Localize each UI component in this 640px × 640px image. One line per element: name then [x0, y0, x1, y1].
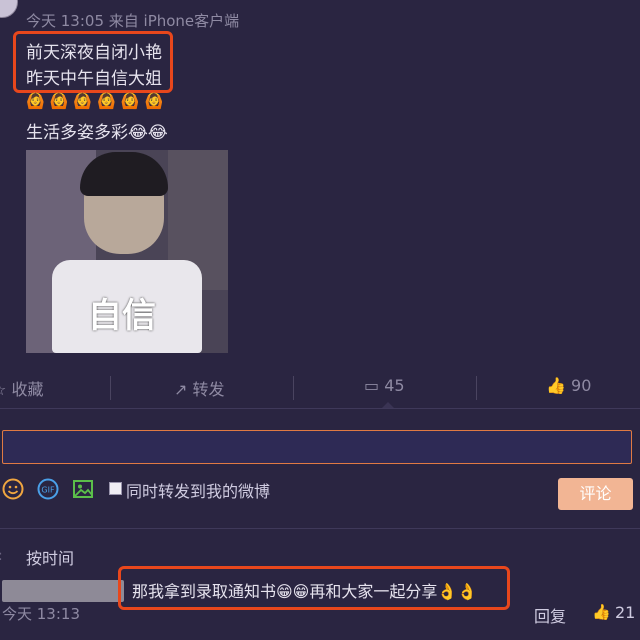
thumbs-up-icon: 👍 — [546, 376, 572, 395]
image-icon[interactable] — [72, 478, 94, 500]
separator — [0, 408, 640, 409]
gesture-emoji-icon: 🙆 — [26, 92, 45, 110]
repost-checkbox-label: 同时转发到我的微博 — [126, 482, 271, 501]
divider — [476, 376, 477, 400]
gesture-emoji-icon: 🙆 — [73, 92, 93, 110]
laughing-emoji-icon: 😂😂 — [128, 123, 168, 143]
repost-checkbox[interactable] — [109, 482, 122, 495]
star-icon: ☆ — [0, 380, 11, 399]
post-line-2: 昨天中午自信大姐 — [26, 69, 162, 89]
svg-text:GIF: GIF — [41, 486, 55, 495]
comment-input[interactable] — [2, 430, 632, 464]
post-line-3: 生活多姿多彩😂😂 — [26, 118, 168, 143]
gif-icon[interactable]: GIF — [37, 478, 59, 500]
smiley-icon[interactable] — [2, 478, 24, 500]
post-meta: 今天 13:05 来自 iPhone客户端 — [26, 12, 240, 30]
reply-button[interactable]: 回复 — [534, 603, 566, 627]
commenter-name-redacted — [2, 580, 124, 602]
divider — [293, 376, 294, 400]
repost-button[interactable]: ↗ 转发 — [174, 376, 225, 400]
favorite-button[interactable]: ☆ 收藏 — [0, 376, 43, 400]
sort-indicator-icon: : — [0, 548, 3, 564]
image-hair — [80, 152, 168, 196]
post-image[interactable]: 自信 — [26, 150, 228, 353]
separator — [0, 528, 640, 529]
comment-icon: ▭ — [364, 376, 385, 395]
emoji-row: 🙆 🙆 🙆 🙆 🙆 🙆 — [26, 92, 163, 110]
favorite-label: 收藏 — [11, 380, 44, 399]
comment-count: 45 — [384, 376, 405, 395]
post-line-1: 前天深夜自闭小艳 — [26, 43, 162, 63]
post-line-3-text: 生活多姿多彩 — [26, 123, 128, 143]
action-bar: ☆ 收藏 ↗ 转发 ▭ 45 👍 90 — [0, 370, 640, 406]
comment-time: 今天 13:13 — [2, 605, 80, 623]
like-count: 90 — [571, 376, 592, 395]
gesture-emoji-icon: 🙆 — [144, 92, 164, 110]
repost-label: 转发 — [192, 380, 225, 399]
image-caption: 自信 — [88, 296, 156, 336]
gesture-emoji-icon: 🙆 — [49, 92, 69, 110]
gesture-emoji-icon: 🙆 — [97, 92, 116, 110]
comment-text: 那我拿到录取通知书😁😁再和大家一起分享👌👌 — [132, 582, 478, 601]
thumbs-up-icon[interactable]: 👍 — [592, 603, 611, 621]
share-icon: ↗ — [174, 380, 193, 399]
like-button[interactable]: 👍 90 — [546, 376, 591, 395]
sort-by-time[interactable]: 按时间 — [26, 545, 74, 569]
submit-comment-button[interactable]: 评论 — [558, 478, 633, 510]
gesture-emoji-icon: 🙆 — [120, 92, 140, 110]
comment-button[interactable]: ▭ 45 — [364, 376, 405, 395]
comment-like-count: 21 — [615, 603, 636, 622]
divider — [110, 376, 111, 400]
avatar[interactable] — [0, 0, 18, 18]
